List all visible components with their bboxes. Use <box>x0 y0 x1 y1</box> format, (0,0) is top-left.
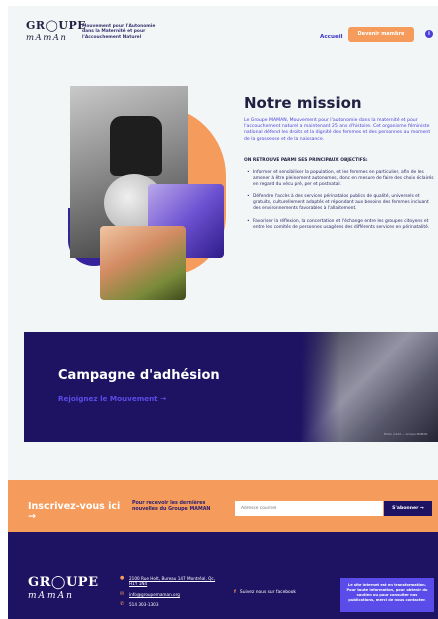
nav-link-home[interactable]: Accueil <box>320 34 343 40</box>
objective-item: Favoriser la réflexion, la concertation … <box>244 219 436 231</box>
subscribe-button[interactable]: S'abonner → <box>384 501 432 516</box>
site-transformation-notice: Le site internet est en transformation. … <box>340 578 434 612</box>
mission-description: Le Groupe MAMAN, Mouvement pour l'autono… <box>244 118 431 142</box>
logo-line-1: GR◯UPE <box>26 19 87 32</box>
mission-title: Notre mission <box>244 94 362 112</box>
site-footer: GR◯UPE mAmAn ● 2100 Rue Holt, Bureau 147… <box>8 532 438 619</box>
footer-logo-line-2: mAmAn <box>28 591 74 601</box>
footer-phone[interactable]: ✆ 514 303-1303 <box>120 601 220 608</box>
email-text: info@groupemaman.org <box>129 591 180 597</box>
page: GR◯UPE mAmAn Mouvement pour l'Autonomie … <box>8 6 438 619</box>
objective-item: Défendre l'accès à des services périnata… <box>244 194 436 212</box>
facebook-icon: f <box>234 590 236 595</box>
site-logo[interactable]: GR◯UPE mAmAn <box>26 19 87 50</box>
site-header: GR◯UPE mAmAn Mouvement pour l'Autonomie … <box>8 6 438 62</box>
campaign-banner: Campagne d'adhésion Rejoignez le Mouveme… <box>24 332 438 442</box>
join-movement-link[interactable]: Rejoignez le Mouvement → <box>58 394 166 403</box>
footer-email[interactable]: ✉ info@groupemaman.org <box>120 590 220 597</box>
newborn-photo <box>100 226 186 300</box>
become-member-button[interactable]: Devenir membre <box>348 27 414 42</box>
envelope-icon: ✉ <box>120 590 125 597</box>
footer-address[interactable]: ● 2100 Rue Holt, Bureau 147 Montréal, Qc… <box>120 575 220 587</box>
mission-collage <box>68 86 228 306</box>
newsletter-title: Inscrivez-vous ici → <box>28 501 121 522</box>
address-text: 2100 Rue Holt, Bureau 147 Montréal, Qc, … <box>129 576 216 587</box>
footer-logo[interactable]: GR◯UPE mAmAn <box>28 576 98 602</box>
objective-item: Informer et sensibiliser la population, … <box>244 170 436 188</box>
footer-logo-line-1: GR◯UPE <box>28 575 99 590</box>
facebook-text: Suivez nous sur facebook <box>239 590 296 595</box>
site-tagline: Mouvement pour l'Autonomie dans la Mater… <box>82 24 156 40</box>
phone-icon: ✆ <box>120 601 125 608</box>
newsletter-description: Pour recevoir les dernières nouvelles du… <box>132 501 211 512</box>
objectives-heading: ON RETROUVE PARMI SES PRINCIPAUX OBJECTI… <box>244 158 368 163</box>
newsletter-section: Inscrivez-vous ici → Pour recevoir les d… <box>8 480 438 532</box>
accessibility-icon[interactable]: i <box>425 30 433 38</box>
campaign-title: Campagne d'adhésion <box>58 368 220 383</box>
location-pin-icon: ● <box>120 575 125 581</box>
objectives-list: Informer et sensibiliser la population, … <box>244 170 436 237</box>
photo-credit: Photo crédit — Groupe MAMAN <box>384 432 428 436</box>
facebook-link[interactable]: f Suivez nous sur facebook <box>234 590 296 595</box>
newsletter-email-input[interactable] <box>235 501 383 516</box>
footer-contacts: ● 2100 Rue Holt, Bureau 147 Montréal, Qc… <box>120 575 220 613</box>
phone-text: 514 303-1303 <box>129 602 159 608</box>
campaign-photo <box>300 332 438 442</box>
logo-line-2: mAmAn <box>26 33 68 43</box>
